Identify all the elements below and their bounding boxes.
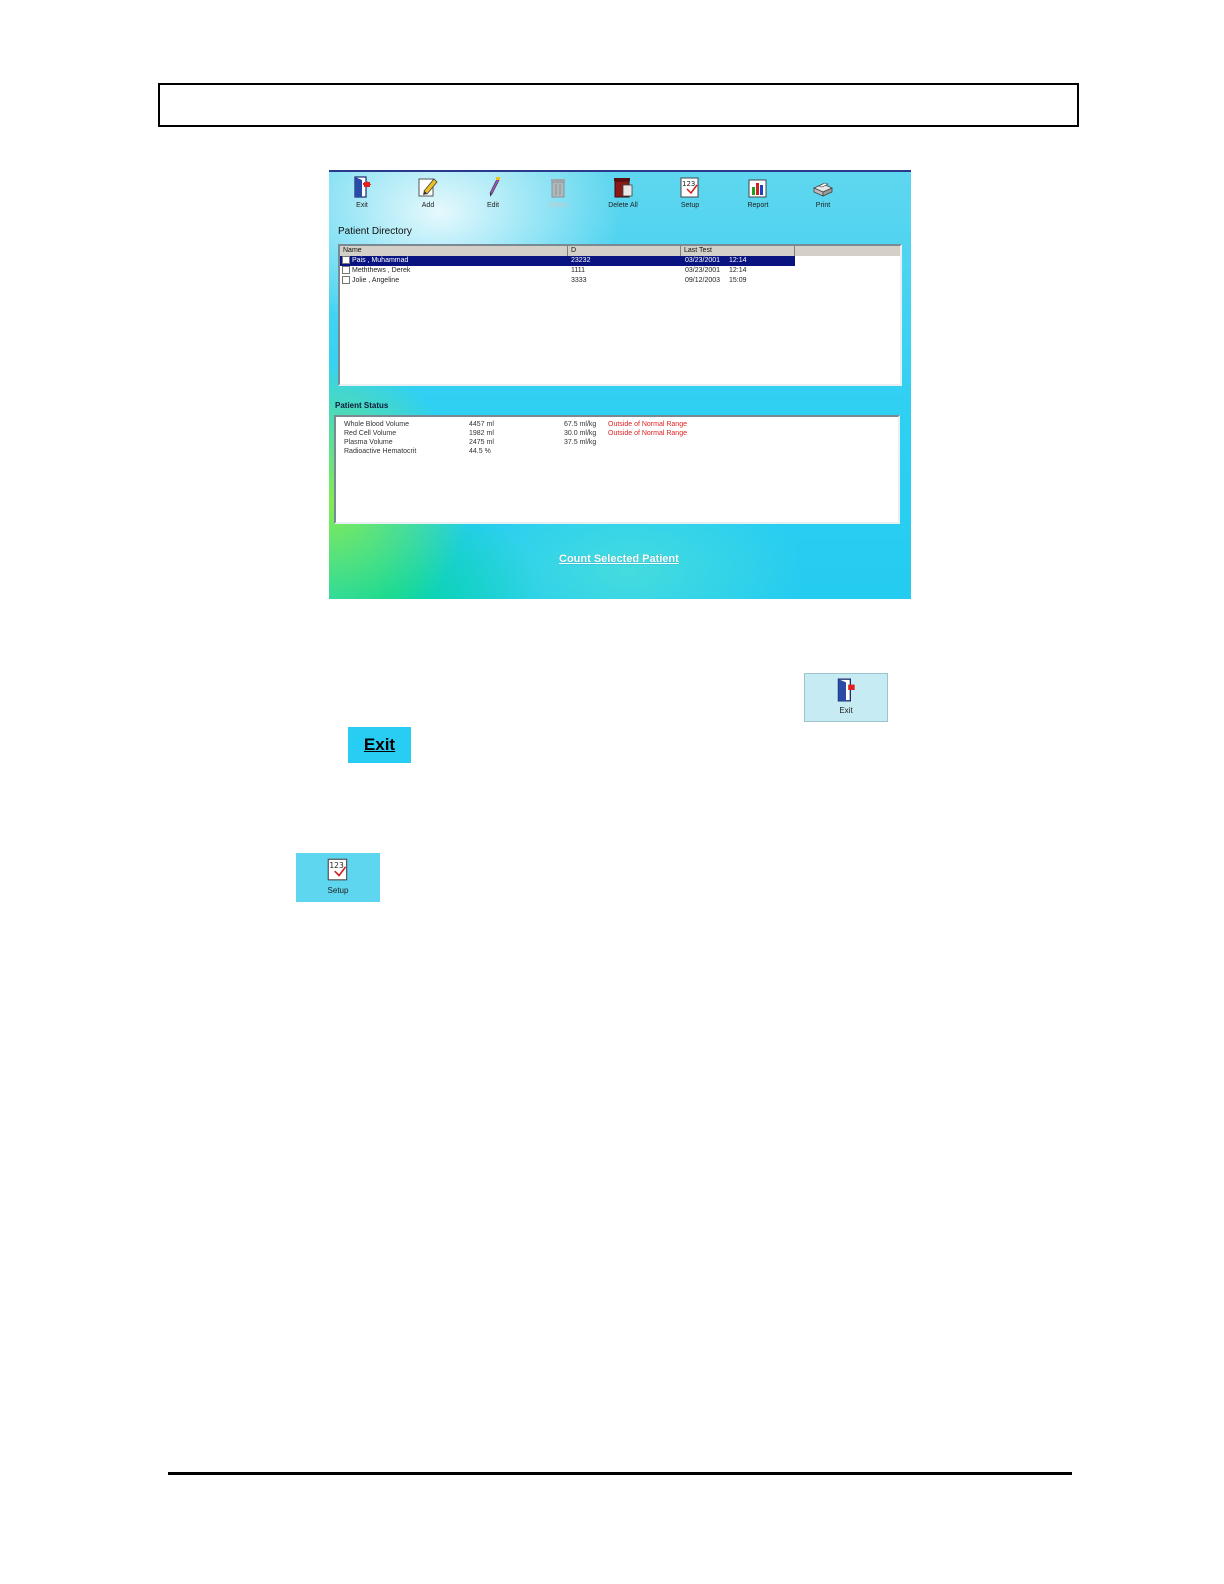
toolbar: Exit Add Edit Delete Delete All 123 Setu… [329,172,911,218]
status-row: Plasma Volume 2475 ml 37.5 ml/kg [336,438,898,447]
status-note: Outside of Normal Range [608,430,687,437]
setup-button[interactable]: 123 Setup [660,174,720,216]
toolbar-label: Exit [356,202,368,209]
table-row[interactable]: Jolie , Angeline 3333 09/12/2003 15:09 [340,276,900,286]
column-header-id[interactable]: D [568,246,681,256]
status-note: Outside of Normal Range [608,421,687,428]
row-checkbox[interactable] [342,266,350,274]
edit-pen-icon [489,177,500,197]
exit-button[interactable]: Exit [332,174,392,216]
printer-icon [813,182,833,197]
setup-calendar-icon: 123 [680,177,699,198]
footer-rule [168,1472,1072,1475]
exit-icon-button-label: Exit [839,706,853,715]
svg-text:123: 123 [682,180,695,188]
column-header-blank [795,246,900,256]
column-header-last-test[interactable]: Last Test [681,246,795,256]
print-button[interactable]: Print [793,174,853,216]
exit-door-icon [837,678,855,702]
table-row[interactable]: Pais , Muhammad 23232 03/23/2001 12:14 [340,256,795,266]
row-date: 03/23/2001 [685,257,721,264]
row-name: Meththews , Derek [352,267,411,274]
toolbar-label: Delete All [608,202,638,209]
patient-status-panel: Whole Blood Volume 4457 ml 67.5 ml/kg Ou… [334,415,900,524]
svg-text:123: 123 [329,861,344,870]
exit-icon-button-figure[interactable]: Exit [804,673,888,722]
status-row: Red Cell Volume 1982 ml 30.0 ml/kg Outsi… [336,429,898,438]
table-row[interactable]: Meththews , Derek 1111 03/23/2001 12:14 [340,266,900,276]
toolbar-label: Report [747,202,769,209]
row-date: 03/23/2001 [685,267,721,274]
toolbar-label: Add [421,202,435,209]
delete-all-button[interactable]: Delete All [593,174,653,216]
toolbar-label: Edit [486,202,500,209]
app-window: Exit Add Edit Delete Delete All 123 Setu… [329,170,911,599]
row-id: 3333 [571,277,587,284]
report-button[interactable]: Report [728,174,788,216]
edit-button[interactable]: Edit [463,174,523,216]
row-name: Pais , Muhammad [352,257,409,264]
patient-list[interactable]: Name D Last Test Pais , Muhammad 23232 0… [338,244,902,386]
add-pencil-icon [418,178,438,197]
row-id: 1111 [571,267,586,274]
toolbar-label: Setup [680,202,700,209]
patient-directory-title: Patient Directory [338,226,412,237]
status-row: Whole Blood Volume 4457 ml 67.5 ml/kg Ou… [336,420,898,429]
setup-button-figure[interactable]: 123 Setup [296,853,380,902]
status-label: Plasma Volume [344,439,393,446]
delete-button[interactable]: Delete [528,174,588,216]
status-per-kg: 30.0 ml/kg [564,430,597,437]
delete-all-icon [614,178,633,198]
page-header-box [158,83,1079,127]
column-header-name[interactable]: Name [340,246,568,256]
add-button[interactable]: Add [398,174,458,216]
row-checkbox[interactable] [342,276,350,284]
status-row: Radioactive Hematocrit 44.5 % [336,447,898,456]
status-value: 44.5 % [469,448,491,455]
row-name: Jolie , Angeline [352,277,400,284]
list-header: Name D Last Test [340,246,900,256]
exit-door-icon [354,176,372,198]
status-label: Radioactive Hematocrit [344,448,417,455]
patient-status-title: Patient Status [335,401,389,410]
status-label: Whole Blood Volume [344,421,409,428]
row-checkbox[interactable] [342,256,350,264]
row-date: 09/12/2003 [685,277,721,284]
row-time: 15:09 [729,277,747,284]
row-time: 12:14 [729,267,747,274]
toolbar-label: Delete [547,202,569,209]
toolbar-label: Print [815,202,831,209]
status-per-kg: 67.5 ml/kg [564,421,597,428]
status-label: Red Cell Volume [344,430,397,437]
row-id: 23232 [571,257,591,264]
exit-text-button-figure[interactable]: Exit [348,727,411,763]
setup-button-label: Setup [327,886,349,895]
status-value: 4457 ml [469,421,494,428]
count-selected-patient-button[interactable]: Count Selected Patient [559,553,679,565]
row-time: 12:14 [729,257,747,264]
status-value: 1982 ml [469,430,494,437]
report-chart-icon [748,179,767,198]
status-value: 2475 ml [469,439,494,446]
setup-calendar-icon: 123 [327,858,348,881]
trash-can-icon [551,179,565,198]
status-per-kg: 37.5 ml/kg [564,439,597,446]
